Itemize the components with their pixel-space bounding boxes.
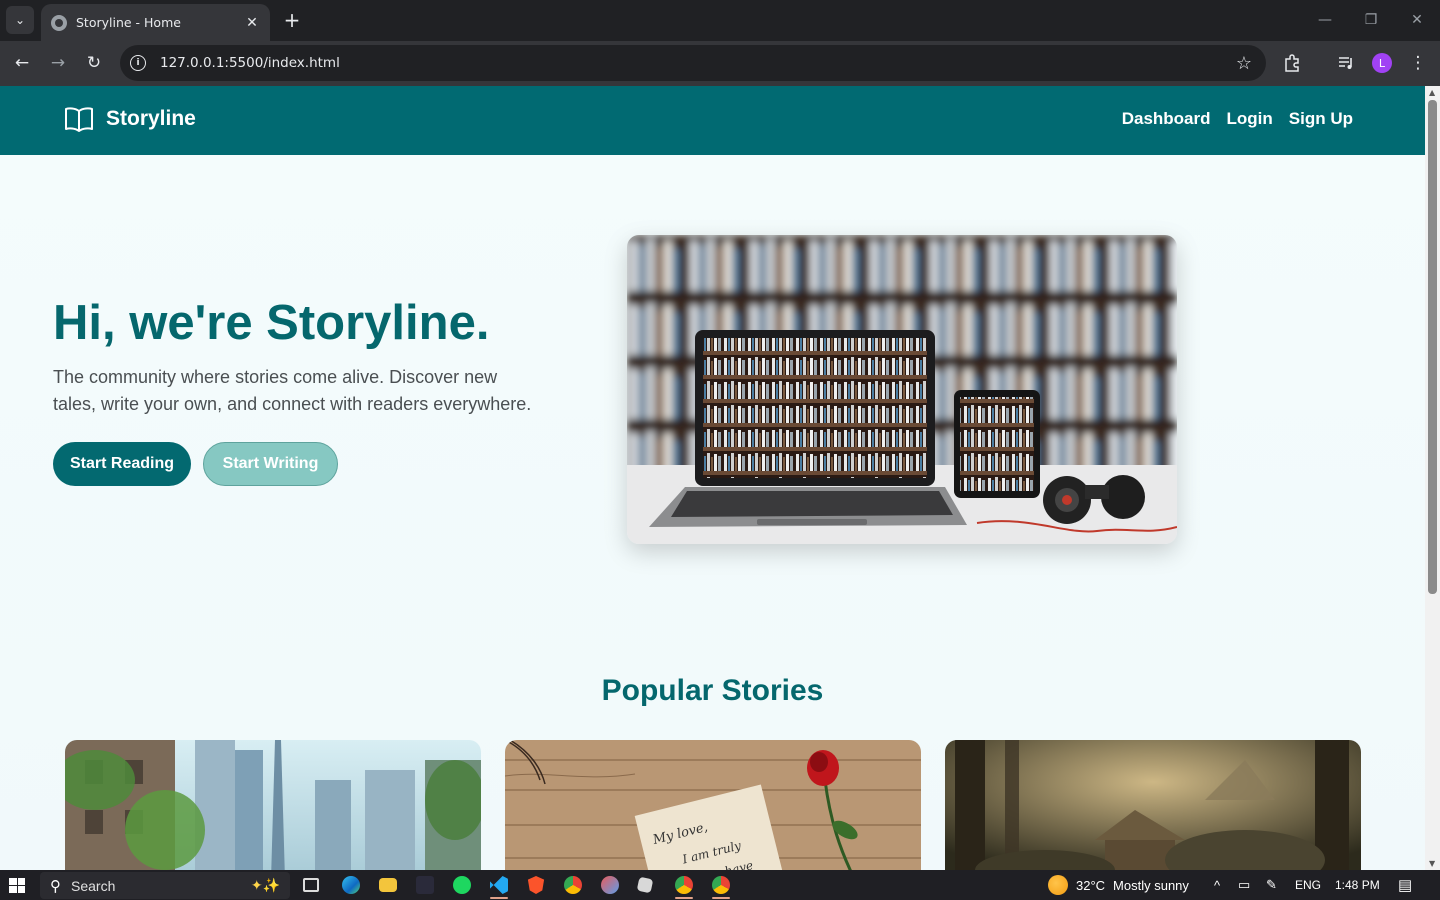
back-icon[interactable]: ← (8, 49, 36, 77)
restore-button[interactable]: ❐ (1356, 8, 1386, 32)
tray-chevron-icon[interactable]: ^ (1214, 870, 1220, 900)
vscode-icon[interactable] (490, 876, 508, 894)
tab-title: Storyline - Home (76, 15, 181, 30)
task-view-icon[interactable] (303, 878, 319, 892)
browser-tab[interactable]: Storyline - Home ✕ (41, 4, 270, 41)
nav-login-link[interactable]: Login (1227, 109, 1273, 129)
site-info-icon[interactable]: i (130, 55, 146, 71)
chrome-icon[interactable] (564, 876, 582, 894)
tab-search-button[interactable]: ⌄ (6, 6, 34, 34)
close-tab-icon[interactable]: ✕ (244, 15, 260, 31)
vscode-active-indicator (490, 897, 508, 899)
story-card[interactable] (945, 740, 1361, 870)
profile-avatar[interactable]: L (1372, 53, 1392, 73)
chrome-active-indicator (675, 897, 693, 899)
terminal-icon[interactable] (416, 876, 434, 894)
address-bar[interactable]: i 127.0.0.1:5500/index.html ☆ (120, 45, 1266, 81)
site-navbar: Storyline Dashboard Login Sign Up (0, 86, 1425, 155)
language-indicator[interactable]: ENG (1295, 870, 1321, 900)
roblox-icon[interactable] (636, 876, 654, 894)
page-viewport: Storyline Dashboard Login Sign Up Hi, we… (0, 86, 1425, 870)
nav-links: Dashboard Login Sign Up (1122, 109, 1353, 129)
hero-title: Hi, we're Storyline. (53, 296, 490, 350)
chrome-second-profile-icon[interactable] (712, 876, 730, 894)
nav-signup-link[interactable]: Sign Up (1289, 109, 1353, 129)
chrome-second-active-indicator (712, 897, 730, 899)
browser-menu-icon[interactable]: ⋮ (1404, 49, 1432, 77)
windows-taskbar: ⚲ Search ✦✨ 32°C Mostly sunny ^ ▭ ✎ ENG … (0, 870, 1440, 900)
url-text[interactable]: 127.0.0.1:5500/index.html (160, 55, 1236, 71)
pen-icon[interactable]: ✎ (1266, 870, 1277, 900)
love-letter-rose-image: My love, I am truly glad to have (505, 740, 921, 870)
clock[interactable]: 1:48 PM (1335, 870, 1380, 900)
scroll-down-arrow-icon[interactable]: ▼ (1429, 859, 1435, 868)
search-highlight-icon: ✦✨ (250, 877, 280, 894)
weather-temp: 32°C (1076, 877, 1106, 893)
overgrown-city-image (65, 740, 481, 870)
windows-start-icon[interactable] (9, 878, 25, 893)
chrome-profile-icon[interactable] (675, 876, 693, 894)
weather-description: Mostly sunny (1113, 877, 1189, 893)
open-book-icon (65, 107, 93, 132)
story-card[interactable]: My love, I am truly glad to have (505, 740, 921, 870)
browser-tabstrip: ⌄ Storyline - Home ✕ + — ❐ ✕ (0, 0, 1440, 41)
forward-icon[interactable]: → (44, 49, 72, 77)
globe-icon (51, 14, 67, 31)
forest-ruins-image (945, 740, 1361, 870)
scroll-up-arrow-icon[interactable]: ▲ (1429, 88, 1435, 97)
notification-icon[interactable]: ▤ (1398, 870, 1412, 900)
brand-name: Storyline (106, 107, 196, 130)
scrollbar-thumb[interactable] (1428, 100, 1437, 594)
reload-icon[interactable]: ↻ (80, 49, 108, 77)
minimize-button[interactable]: — (1310, 8, 1340, 32)
story-card[interactable] (65, 740, 481, 870)
hero-image (627, 235, 1177, 544)
extensions-icon[interactable] (1278, 49, 1306, 77)
start-reading-button[interactable]: Start Reading (53, 442, 191, 486)
media-control-icon[interactable] (1332, 49, 1360, 77)
brave-icon[interactable] (527, 876, 545, 894)
app-icon[interactable] (601, 876, 619, 894)
taskbar-search[interactable]: ⚲ Search ✦✨ (40, 872, 290, 899)
search-icon: ⚲ (50, 876, 61, 895)
spotify-icon[interactable] (453, 876, 471, 894)
taskbar-search-label: Search (71, 877, 116, 894)
nav-dashboard-link[interactable]: Dashboard (1122, 109, 1211, 129)
network-icon[interactable]: ▭ (1238, 870, 1250, 900)
weather-widget[interactable]: 32°C Mostly sunny (1048, 870, 1189, 900)
start-writing-button[interactable]: Start Writing (203, 442, 338, 486)
file-explorer-icon[interactable] (379, 878, 397, 892)
close-window-button[interactable]: ✕ (1402, 8, 1432, 32)
sun-cloud-icon (1048, 875, 1068, 895)
brand-logo[interactable]: Storyline (64, 106, 196, 132)
popular-stories-heading: Popular Stories (601, 674, 824, 707)
bookmark-star-icon[interactable]: ☆ (1236, 53, 1252, 74)
page-scrollbar[interactable]: ▲ ▼ (1425, 86, 1440, 870)
edge-icon[interactable] (342, 876, 360, 894)
hero-subtitle: The community where stories come alive. … (53, 367, 532, 414)
browser-toolbar: ← → ↻ i 127.0.0.1:5500/index.html ☆ L ⋮ (0, 41, 1440, 86)
new-tab-button[interactable]: + (280, 8, 304, 32)
